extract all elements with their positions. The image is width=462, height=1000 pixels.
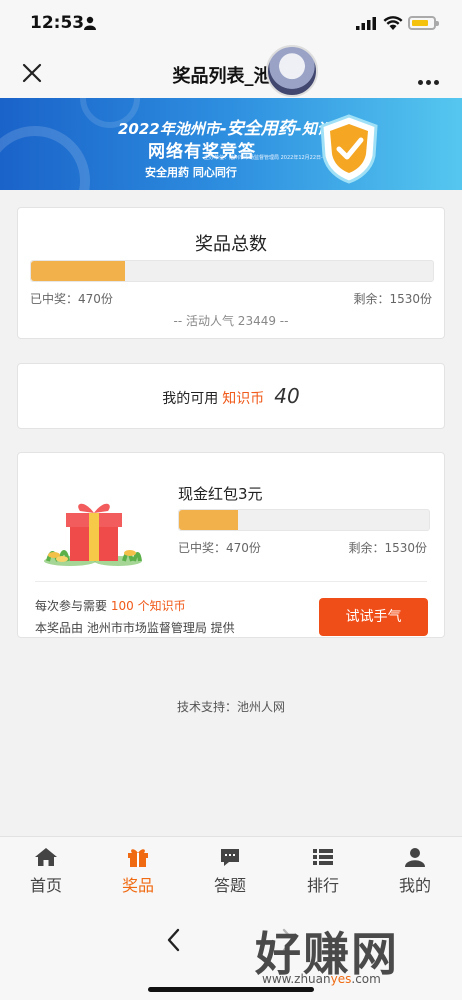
- tab-label: 排行: [306, 876, 339, 895]
- participation-requirement: 每次参与需要 100 个知识币: [35, 599, 186, 613]
- summary-remaining-count: 剩余：1530份: [353, 292, 432, 306]
- avatar[interactable]: [266, 45, 318, 97]
- home-icon: [35, 848, 57, 866]
- coin-label: 知识币: [222, 391, 265, 407]
- list-icon: [313, 849, 333, 865]
- requirement-coins: 100 个知识币: [110, 599, 186, 613]
- tech-support: 技术支持：池州人网: [176, 700, 285, 714]
- nav-bar: 奖品列表_池州: [0, 45, 462, 98]
- banner-slogan: 安全用药 同心同行: [145, 166, 237, 179]
- wifi-icon: [383, 16, 403, 30]
- shield-check-icon: [320, 114, 378, 184]
- tab-bar: 首页 奖品 答题 排行 我的: [0, 836, 462, 908]
- prize-summary-card: 奖品总数 已中奖：470份 剩余：1530份 -- 活动人气 23449 --: [17, 207, 445, 339]
- home-indicator[interactable]: [148, 987, 314, 992]
- prize-won-count: 已中奖：470份: [178, 541, 261, 555]
- chat-icon: [221, 849, 239, 866]
- banner-title: 2022年池州市-安全用药-知识: [118, 119, 332, 139]
- battery-icon: [408, 16, 439, 30]
- gift-icon: [128, 849, 148, 867]
- gift-box-icon: [44, 503, 142, 566]
- activity-popularity: -- 活动人气 23449 --: [173, 314, 289, 328]
- more-icon[interactable]: [418, 70, 442, 85]
- coin-amount: 40: [274, 384, 300, 408]
- status-time: 12:53: [30, 13, 85, 33]
- tab-quiz[interactable]: 答题: [195, 847, 265, 896]
- summary-heading: 奖品总数: [195, 234, 267, 255]
- status-bar: 12:53: [0, 0, 462, 48]
- coin-balance-prefix: 我的可用: [162, 391, 219, 407]
- tab-label: 首页: [29, 876, 62, 895]
- tab-home[interactable]: 首页: [11, 847, 81, 896]
- tab-label: 奖品: [121, 876, 154, 895]
- try-luck-button[interactable]: 试试手气: [319, 598, 428, 636]
- tab-mine[interactable]: 我的: [380, 847, 450, 896]
- coin-balance-card: 我的可用 知识币 40: [17, 363, 445, 429]
- prize-progress-fill: [179, 510, 238, 530]
- person-icon: [84, 16, 96, 30]
- divider: [35, 581, 427, 582]
- tab-prizes[interactable]: 奖品: [103, 847, 173, 896]
- event-banner: 2022年池州市-安全用药-知识 网络有奖竞答 主办单位：池州市市场监督管理局 …: [0, 98, 462, 190]
- prize-name: 现金红包3元: [178, 485, 263, 503]
- person-icon: [405, 848, 425, 867]
- browser-toolbar: 好赚网 www.zhuanyes.com: [0, 908, 462, 1000]
- page-title: 奖品列表_池州: [172, 66, 290, 87]
- signal-icon: [356, 17, 376, 30]
- tab-ranking[interactable]: 排行: [288, 847, 358, 896]
- tab-label: 我的: [398, 876, 431, 895]
- prize-item-card: 现金红包3元 已中奖：470份 剩余：1530份 每次参与需要 100 个知识币…: [17, 452, 445, 638]
- summary-won-count: 已中奖：470份: [30, 292, 113, 306]
- prize-progress-bar: [178, 509, 430, 531]
- summary-progress-fill: [31, 261, 126, 281]
- summary-progress-bar: [30, 260, 434, 282]
- tab-label: 答题: [213, 876, 246, 895]
- watermark-url: www.zhuanyes.com: [262, 972, 381, 986]
- prize-provider: 本奖品由 池州市市场监督管理局 提供: [35, 621, 235, 635]
- back-arrow-icon[interactable]: [164, 926, 184, 954]
- prize-remaining-count: 剩余：1530份: [348, 541, 427, 555]
